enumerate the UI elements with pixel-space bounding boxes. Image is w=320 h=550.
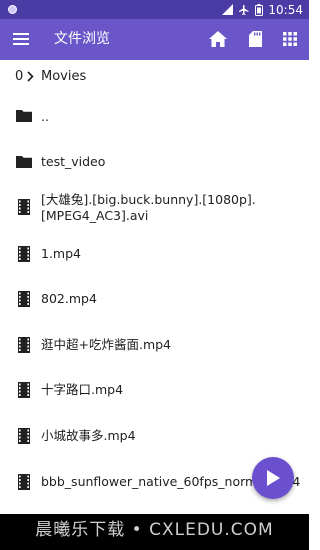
list-item[interactable]: .. — [0, 106, 309, 126]
airplane-icon — [239, 4, 249, 15]
play-icon — [267, 470, 280, 486]
item-name: 逛中超+吃炸酱面.mp4 — [41, 337, 172, 352]
video-file-icon — [18, 337, 30, 353]
app-bar: 文件浏览 — [0, 19, 309, 60]
menu-icon[interactable] — [12, 30, 30, 48]
breadcrumb-root[interactable]: 0 — [15, 69, 23, 84]
chevron-right-icon — [27, 71, 34, 82]
video-file-icon — [18, 199, 30, 215]
folder-icon — [16, 110, 32, 122]
grid-view-icon[interactable] — [280, 29, 300, 49]
list-item[interactable]: 1.mp4 — [0, 244, 309, 264]
signal-icon — [222, 4, 234, 15]
list-item[interactable]: 十字路口.mp4 — [0, 380, 309, 400]
item-name: 十字路口.mp4 — [41, 382, 124, 397]
list-item[interactable]: 802.mp4 — [0, 289, 309, 309]
item-name: test_video — [41, 154, 106, 169]
list-item[interactable]: test_video — [0, 152, 309, 172]
video-file-icon — [18, 291, 30, 307]
video-file-icon — [18, 246, 30, 262]
video-file-icon — [18, 428, 30, 444]
folder-icon — [16, 156, 32, 168]
status-time: 10:54 — [268, 2, 303, 17]
status-bar: 10:54 — [0, 0, 309, 19]
list-item[interactable]: 逛中超+吃炸酱面.mp4 — [0, 335, 309, 355]
video-file-icon — [18, 382, 30, 398]
item-name: 1.mp4 — [41, 246, 81, 261]
item-name: .. — [41, 109, 49, 124]
notification-dot-icon — [8, 5, 17, 14]
battery-icon — [255, 3, 264, 16]
item-name: [大雄兔].[big.buck.bunny].[1080p].[MPEG4_AC… — [41, 192, 256, 223]
breadcrumb-current[interactable]: Movies — [41, 69, 86, 84]
item-name: 小城故事多.mp4 — [41, 428, 136, 443]
sd-card-icon[interactable] — [245, 29, 265, 49]
list-item[interactable]: [大雄兔].[big.buck.bunny].[1080p].[MPEG4_AC… — [0, 189, 309, 229]
breadcrumb: 0 Movies — [0, 60, 309, 94]
page-title: 文件浏览 — [54, 31, 110, 47]
item-name: 802.mp4 — [41, 291, 97, 306]
home-icon[interactable] — [208, 29, 228, 49]
status-icons: 10:54 — [222, 3, 303, 17]
video-file-icon — [18, 474, 30, 490]
list-item[interactable]: 小城故事多.mp4 — [0, 426, 309, 446]
play-button[interactable] — [252, 457, 294, 499]
watermark-text: 晨曦乐下载 • CXLEDU.COM — [35, 520, 274, 540]
